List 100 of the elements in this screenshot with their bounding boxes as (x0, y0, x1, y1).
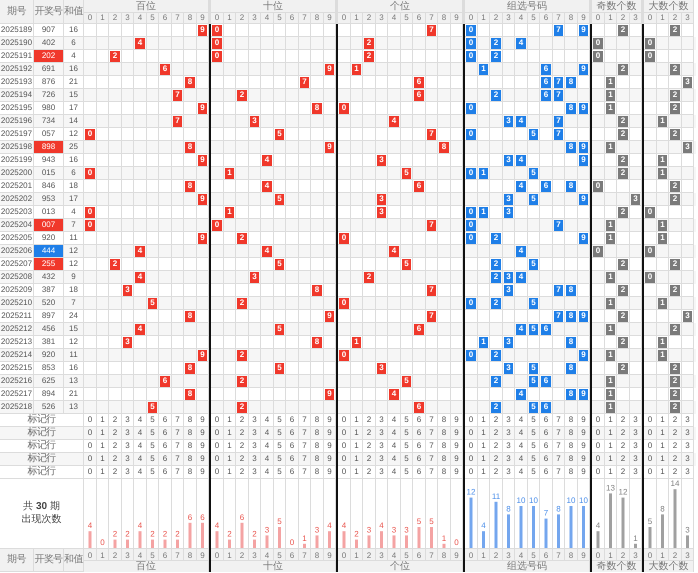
digit-marker: 5 (275, 324, 284, 334)
bar (316, 535, 318, 548)
bar (328, 531, 331, 548)
draw-number: 444 (34, 245, 64, 258)
x-axis-label: 5 (150, 551, 155, 560)
bar (176, 540, 179, 548)
digit-marker: 1 (658, 154, 667, 166)
column-header: 9 (197, 13, 209, 24)
bar-value-label: 3 (264, 525, 270, 534)
column-header: 4 (515, 13, 528, 24)
digit-marker: 0 (645, 246, 655, 256)
digit-marker: 3 (683, 142, 692, 152)
digit-marker: 2 (237, 376, 247, 386)
bar (418, 527, 420, 548)
bar-value-label: 4 (214, 521, 220, 530)
x-axis-label: 1 (660, 551, 665, 560)
digit-marker: 5 (402, 376, 411, 386)
digit-marker: 9 (579, 24, 588, 36)
digit-marker: 1 (658, 220, 667, 230)
digit-marker: 2 (618, 310, 628, 322)
digit-marker: 4 (262, 154, 272, 166)
bar-value-label: 8 (506, 504, 511, 514)
digit-marker: 3 (504, 272, 513, 282)
digit-marker: 7 (427, 284, 436, 296)
digit-marker: 2 (618, 128, 628, 140)
bar-value-label: 3 (404, 525, 409, 534)
chart-title: 大数个数 (644, 561, 694, 572)
digit-marker: 6 (541, 324, 551, 334)
draw-number: 202 (34, 50, 64, 63)
digit-marker: 0 (212, 220, 222, 230)
digit-marker: 0 (85, 206, 95, 218)
bar (228, 540, 231, 548)
digit-marker: 8 (185, 76, 195, 88)
bar-value-label: 5 (416, 517, 422, 526)
digit-marker: 9 (579, 102, 588, 114)
digit-marker: 1 (658, 336, 667, 348)
digit-marker: 2 (670, 402, 680, 412)
digit-marker: 2 (491, 232, 501, 244)
digit-marker: 7 (554, 284, 563, 296)
digit-marker: 8 (439, 142, 449, 152)
bar-value-label: 2 (227, 530, 232, 539)
digit-marker: 6 (160, 64, 170, 74)
bar-value-label: 3 (314, 525, 320, 534)
digit-marker: 8 (566, 310, 576, 322)
digit-marker: 6 (541, 402, 551, 412)
digit-marker: 8 (185, 142, 195, 152)
column-header: 8 (438, 13, 451, 24)
digit-marker: 4 (135, 246, 145, 256)
draw-number: 007 (34, 219, 64, 232)
digit-marker: 2 (491, 38, 501, 48)
digit-marker: 9 (579, 64, 588, 74)
bar (661, 514, 664, 548)
chart-title: 奇数个数 (592, 561, 642, 572)
digit-marker: 5 (529, 168, 538, 178)
digit-marker: 4 (516, 388, 526, 400)
x-axis-label: 1 (608, 551, 613, 560)
digit-marker: 0 (85, 168, 95, 178)
digit-marker: 6 (541, 376, 551, 386)
x-axis-label: 0 (596, 551, 600, 560)
digit-marker: 9 (198, 194, 207, 204)
digit-marker: 2 (364, 50, 374, 62)
digit-marker: 4 (516, 272, 526, 282)
digit-marker: 7 (173, 116, 182, 126)
bar-value-label: 4 (327, 521, 332, 530)
digit-marker: 1 (606, 76, 615, 88)
x-axis-label: 3 (125, 551, 130, 560)
digit-marker: 1 (225, 206, 234, 218)
column-footer: 开奖号 (34, 549, 64, 572)
digit-marker: 1 (479, 206, 488, 218)
column-header: 1 (97, 13, 109, 24)
column-header: 0 (592, 13, 605, 24)
digit-marker: 3 (631, 194, 640, 204)
bar-value-label: 2 (354, 530, 359, 539)
bar (482, 531, 485, 548)
digit-marker: 2 (110, 50, 120, 62)
bar (138, 531, 142, 548)
bar (609, 493, 612, 548)
digit-marker: 7 (173, 90, 182, 100)
digit-marker: 3 (504, 116, 513, 126)
column-header: 3 (122, 13, 134, 24)
digit-marker: 6 (414, 324, 424, 334)
bar (278, 527, 281, 548)
digit-marker: 1 (352, 64, 361, 74)
x-axis-label: 0 (214, 551, 220, 560)
digit-marker: 7 (554, 90, 563, 100)
digit-marker: 2 (670, 194, 680, 204)
bar (520, 506, 522, 548)
digit-marker: 2 (618, 206, 628, 218)
bar-value-label: 6 (200, 512, 205, 522)
digit-marker: 5 (529, 362, 538, 374)
x-axis-label: 3 (252, 551, 257, 560)
bar (442, 544, 446, 548)
bar (494, 502, 498, 548)
digit-marker: 5 (148, 298, 157, 308)
bar (380, 531, 383, 548)
column-header: 7 (553, 13, 565, 24)
digit-marker: 0 (339, 232, 349, 244)
x-axis-label: 9 (454, 551, 459, 560)
x-axis-label: 4 (392, 551, 396, 560)
column-header: 0 (338, 13, 351, 24)
